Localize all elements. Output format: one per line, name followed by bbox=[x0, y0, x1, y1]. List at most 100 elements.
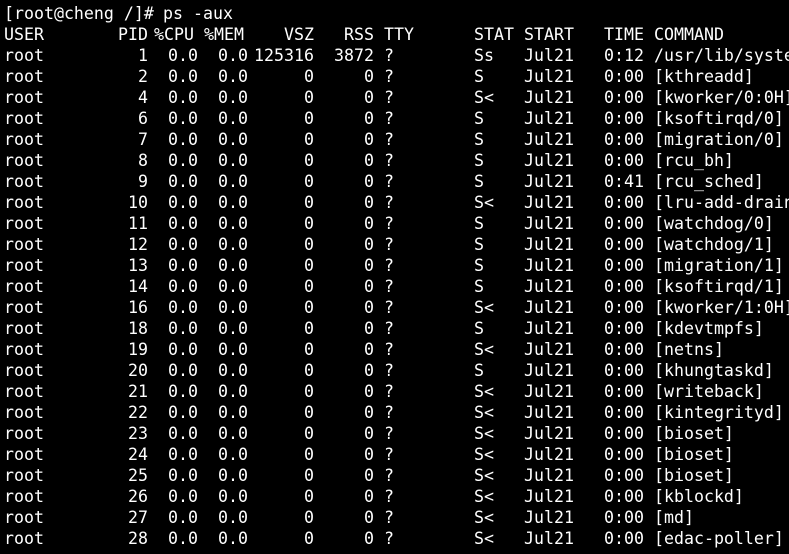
cell-tty: ? bbox=[384, 109, 394, 128]
cell-pid: 26 bbox=[128, 487, 148, 506]
cell-stat: S< bbox=[474, 193, 494, 212]
cell-command: [rcu_bh] bbox=[654, 151, 734, 170]
cell-rss: 3872 bbox=[334, 46, 374, 65]
cell-rss: 0 bbox=[364, 487, 374, 506]
cell-tty: ? bbox=[384, 277, 394, 296]
cell-user: root bbox=[4, 214, 44, 233]
col-header-mem: %MEM bbox=[204, 25, 244, 44]
cell-start: Jul21 bbox=[524, 130, 574, 149]
cell-start: Jul21 bbox=[524, 361, 574, 380]
cell-mem: 0.0 bbox=[218, 445, 248, 464]
table-row: root 27 0.0 0.0 0 0? S< Jul21 0:00 [md] bbox=[4, 507, 789, 528]
cell-pid: 6 bbox=[138, 109, 148, 128]
cell-tty: ? bbox=[384, 424, 394, 443]
table-row: root 21 0.0 0.0 0 0? S< Jul21 0:00 [writeback] bbox=[4, 381, 789, 402]
cell-rss: 0 bbox=[364, 214, 374, 233]
col-header-cpu: %CPU bbox=[154, 25, 194, 44]
cell-pid: 28 bbox=[128, 529, 148, 548]
table-row: root 13 0.0 0.0 0 0? S Jul21 0:00 [migration/1] bbox=[4, 255, 789, 276]
cell-start: Jul21 bbox=[524, 214, 574, 233]
cell-pid: 9 bbox=[138, 172, 148, 191]
cell-stat: Ss bbox=[474, 46, 494, 65]
cell-vsz: 0 bbox=[304, 235, 314, 254]
cell-time: 0:00 bbox=[604, 67, 644, 86]
cell-stat: S< bbox=[474, 382, 494, 401]
cell-vsz: 0 bbox=[304, 361, 314, 380]
cell-time: 0:00 bbox=[604, 298, 644, 317]
terminal-window[interactable]: [root@cheng /]# ps -aux USER PID %CPU %M… bbox=[0, 0, 789, 554]
cell-cpu: 0.0 bbox=[168, 361, 198, 380]
table-row: root 25 0.0 0.0 0 0? S< Jul21 0:00 [bioset] bbox=[4, 465, 789, 486]
cell-stat: S< bbox=[474, 424, 494, 443]
cell-stat: S bbox=[474, 130, 484, 149]
cell-stat: S bbox=[474, 319, 484, 338]
cell-user: root bbox=[4, 256, 44, 275]
cell-command: [kintegrityd] bbox=[654, 403, 784, 422]
cell-user: root bbox=[4, 109, 44, 128]
cell-rss: 0 bbox=[364, 277, 374, 296]
cell-command: [ksoftirqd/0] bbox=[654, 109, 784, 128]
table-row: root 20 0.0 0.0 0 0? S Jul21 0:00 [khungtaskd] bbox=[4, 360, 789, 381]
cell-user: root bbox=[4, 67, 44, 86]
cell-cpu: 0.0 bbox=[168, 172, 198, 191]
cell-stat: S bbox=[474, 235, 484, 254]
cell-time: 0:00 bbox=[604, 277, 644, 296]
cell-time: 0:00 bbox=[604, 235, 644, 254]
cell-command: [migration/0] bbox=[654, 130, 784, 149]
cell-tty: ? bbox=[384, 298, 394, 317]
cell-user: root bbox=[4, 46, 44, 65]
cell-user: root bbox=[4, 193, 44, 212]
cell-time: 0:00 bbox=[604, 256, 644, 275]
cell-tty: ? bbox=[384, 361, 394, 380]
cell-vsz: 0 bbox=[304, 445, 314, 464]
table-row: root 16 0.0 0.0 0 0? S< Jul21 0:00 [kworker/1:0H] bbox=[4, 297, 789, 318]
cell-tty: ? bbox=[384, 151, 394, 170]
typed-command: ps -aux bbox=[163, 4, 233, 23]
cell-pid: 12 bbox=[128, 235, 148, 254]
cell-pid: 11 bbox=[128, 214, 148, 233]
cell-mem: 0.0 bbox=[218, 151, 248, 170]
cell-command: [ksoftirqd/1] bbox=[654, 277, 784, 296]
cell-vsz: 0 bbox=[304, 130, 314, 149]
cell-rss: 0 bbox=[364, 424, 374, 443]
cell-command: [netns] bbox=[654, 340, 724, 359]
cell-time: 0:00 bbox=[604, 193, 644, 212]
cell-pid: 19 bbox=[128, 340, 148, 359]
cell-pid: 27 bbox=[128, 508, 148, 527]
cell-pid: 14 bbox=[128, 277, 148, 296]
cell-time: 0:00 bbox=[604, 214, 644, 233]
cell-tty: ? bbox=[384, 508, 394, 527]
cell-tty: ? bbox=[384, 529, 394, 548]
cell-tty: ? bbox=[384, 466, 394, 485]
cell-mem: 0.0 bbox=[218, 214, 248, 233]
cell-command: [rcu_sched] bbox=[654, 172, 764, 191]
cell-cpu: 0.0 bbox=[168, 130, 198, 149]
cell-vsz: 0 bbox=[304, 529, 314, 548]
cell-pid: 1 bbox=[138, 46, 148, 65]
cell-mem: 0.0 bbox=[218, 256, 248, 275]
cell-mem: 0.0 bbox=[218, 382, 248, 401]
cell-rss: 0 bbox=[364, 235, 374, 254]
col-header-time: TIME bbox=[604, 25, 644, 44]
cell-user: root bbox=[4, 508, 44, 527]
cell-start: Jul21 bbox=[524, 172, 574, 191]
cell-time: 0:00 bbox=[604, 319, 644, 338]
cell-start: Jul21 bbox=[524, 529, 574, 548]
cell-mem: 0.0 bbox=[218, 235, 248, 254]
cell-start: Jul21 bbox=[524, 109, 574, 128]
cell-mem: 0.0 bbox=[218, 508, 248, 527]
cell-mem: 0.0 bbox=[218, 67, 248, 86]
cell-tty: ? bbox=[384, 382, 394, 401]
col-header-pid: PID bbox=[118, 25, 148, 44]
col-header-tty: TTY bbox=[384, 25, 414, 44]
cell-command: [khungtaskd] bbox=[654, 361, 774, 380]
cell-stat: S bbox=[474, 256, 484, 275]
cell-time: 0:00 bbox=[604, 529, 644, 548]
cell-mem: 0.0 bbox=[218, 130, 248, 149]
cell-cpu: 0.0 bbox=[168, 403, 198, 422]
table-row: root 1 0.0 0.0 125316 3872? Ss Jul21 0:12/usr/li… bbox=[4, 45, 789, 66]
table-row: root 6 0.0 0.0 0 0? S Jul21 0:00 [ksoftirqd/0] bbox=[4, 108, 789, 129]
cell-mem: 0.0 bbox=[218, 319, 248, 338]
cell-command: [writeback] bbox=[654, 382, 764, 401]
cell-command: [kthreadd] bbox=[654, 67, 754, 86]
